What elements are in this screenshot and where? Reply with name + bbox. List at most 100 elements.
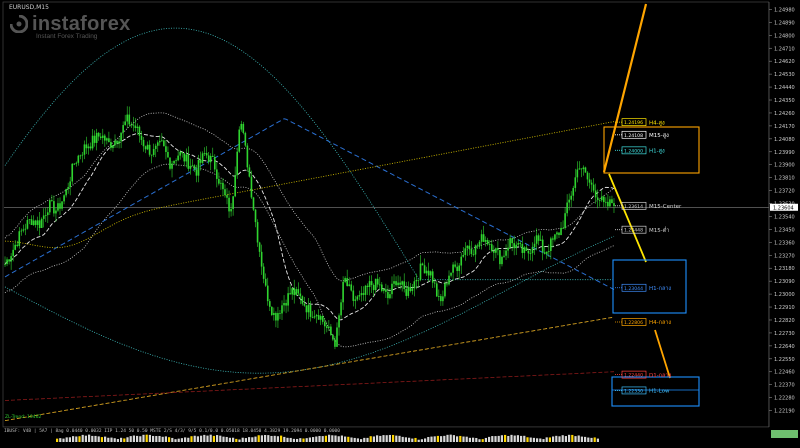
candle-body [364, 285, 367, 295]
candle-body [195, 169, 198, 176]
candle-body [607, 201, 609, 207]
candle-body [175, 160, 177, 162]
candle-body [470, 249, 473, 254]
oscillator-bar [465, 436, 468, 442]
candle-body [260, 251, 263, 267]
candle-body [423, 265, 426, 274]
level-label: H1-สูง [649, 148, 665, 155]
candle-body [602, 196, 605, 203]
bottom-info-bar: IBUSF: V4B | 5A7 | 8ag 0.0440 0.0032 IIP… [4, 429, 340, 434]
candle-body [346, 278, 348, 286]
candle-body [582, 167, 585, 170]
candle-body [519, 243, 522, 244]
candle-body [118, 141, 120, 144]
oscillator-bar [171, 437, 174, 442]
oscillator-bar [305, 438, 308, 442]
price-tick-label: 1.23180 [774, 266, 795, 272]
candle-body [173, 160, 175, 164]
oscillator-bar [484, 437, 487, 442]
candle-body [222, 182, 224, 190]
oscillator-bar [344, 436, 347, 442]
candle-body [566, 202, 568, 214]
price-tick-label: 1.24350 [774, 98, 795, 104]
candle-body [171, 163, 173, 169]
oscillator-bar [193, 435, 196, 442]
candle-body [499, 250, 501, 265]
candle-body [32, 220, 35, 226]
oscillator-bar [417, 439, 420, 442]
candle-body [564, 213, 566, 229]
candle-body [321, 316, 324, 322]
oscillator-bar [382, 435, 385, 442]
oscillator-bar [104, 436, 107, 442]
candle-body [352, 290, 355, 301]
candle-body [110, 142, 112, 149]
oscillator-bar [558, 436, 561, 442]
candle-body [594, 190, 597, 198]
oscillator-bar [136, 435, 139, 442]
oscillator-bar [267, 435, 270, 442]
oscillator-bar [184, 437, 187, 442]
candle-body [77, 155, 80, 163]
candle-body [313, 316, 316, 318]
candle-body [297, 289, 300, 294]
candle-body [417, 279, 420, 281]
oscillator-bar [225, 436, 228, 442]
oscillator-bar [350, 437, 353, 442]
candle-body [411, 288, 414, 292]
oscillator-bar [251, 437, 254, 442]
candle-body [4, 264, 6, 265]
candle-body [462, 254, 465, 257]
indicator-label: ZL-Trend: 10462 [5, 415, 42, 420]
candle-body [209, 155, 212, 163]
oscillator-bar [248, 437, 251, 442]
oscillator-bar [180, 438, 183, 442]
oscillator-bar [270, 435, 273, 442]
oscillator-bar [488, 436, 491, 442]
candle-body [277, 313, 279, 321]
candle-body [527, 250, 530, 254]
candle-body [598, 199, 601, 201]
candle-body [16, 244, 19, 246]
candle-body [505, 250, 507, 256]
symbol-title: EURUSD,M15 [9, 4, 49, 11]
oscillator-bar [440, 436, 443, 442]
candle-body [399, 282, 401, 285]
candle-body [75, 162, 78, 164]
candle-body [293, 288, 296, 296]
oscillator-bar [244, 438, 247, 442]
candle-body [279, 313, 281, 314]
candle-body [338, 315, 340, 328]
oscillator-bar [232, 437, 235, 442]
candle-body [271, 306, 273, 315]
candle-body [93, 135, 96, 143]
candle-body [126, 114, 129, 122]
candle-body [378, 284, 381, 286]
oscillator-bar [363, 437, 366, 442]
candle-body [315, 315, 318, 317]
oscillator-bar [481, 439, 484, 442]
candle-body [250, 176, 253, 198]
oscillator-bar [449, 434, 452, 442]
oscillator-bar [107, 437, 110, 442]
oscillator-bar [420, 439, 423, 442]
candle-body [511, 238, 513, 244]
price-tick-label: 1.23540 [774, 214, 795, 220]
candle-body [501, 256, 503, 265]
candle-body [395, 281, 397, 286]
level-label: M15-Center [649, 204, 682, 210]
candle-body [232, 196, 234, 210]
oscillator-bar [356, 438, 359, 442]
candle-body [405, 288, 408, 296]
candle-body [305, 305, 308, 313]
candle-body [287, 293, 289, 306]
candle-body [562, 227, 564, 229]
price-chart[interactable]: 1.24196 H4-สูง 1.24108 M15-สูง 1.24000 H1-สูง… [0, 0, 800, 448]
candle-body [397, 282, 399, 286]
candle-body [309, 304, 312, 317]
oscillator-bar [548, 437, 551, 442]
level-price: 1.22440 [624, 373, 643, 379]
oscillator-bar [427, 436, 430, 442]
candle-body [342, 281, 344, 303]
oscillator-bar [523, 435, 526, 442]
